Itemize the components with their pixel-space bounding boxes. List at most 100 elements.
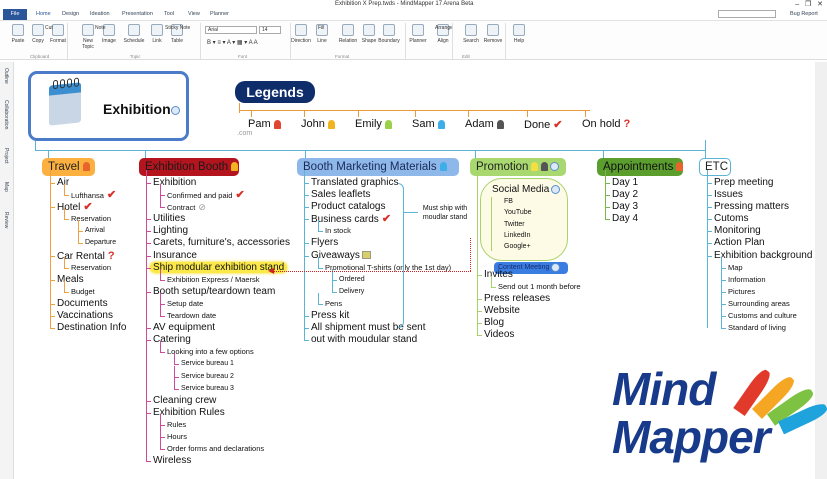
topic-order-forms-and-declarations[interactable]: Order forms and declarations: [143, 438, 290, 455]
topic-cleaning-crew[interactable]: Cleaning crew: [143, 395, 290, 407]
legend-item-pam[interactable]: Pam: [248, 118, 281, 130]
topic-exhibition-rules[interactable]: Exhibition Rules: [143, 407, 290, 419]
topic-translated-graphics[interactable]: Translated graphics: [301, 177, 451, 189]
topic-videos[interactable]: Videos: [474, 329, 581, 341]
legend-item-done[interactable]: Done ✔: [524, 118, 563, 131]
topic-departure[interactable]: Departure: [47, 232, 127, 249]
ribbon-button-schedule[interactable]: Schedule: [123, 24, 145, 44]
tab-view[interactable]: View: [188, 11, 200, 17]
ribbon-button-direction[interactable]: Direction: [290, 24, 312, 44]
topic-exhibition-express-maersk[interactable]: Exhibition Express / Maersk: [143, 268, 290, 286]
topic-prep-meeting[interactable]: Prep meeting: [704, 177, 812, 189]
topic-exhibition[interactable]: Exhibition: [143, 177, 290, 189]
topic-issues[interactable]: Issues: [704, 189, 812, 201]
topic-catering[interactable]: Catering: [143, 334, 290, 346]
panel-map[interactable]: Map: [3, 182, 9, 192]
topic-insurance[interactable]: Insurance: [143, 250, 290, 262]
panel-collaboration[interactable]: Collaboration: [3, 100, 9, 129]
topic-all-shipment-must-be-sent[interactable]: All shipment must be sent: [301, 322, 451, 334]
branch-promotion[interactable]: Promotion: [470, 158, 566, 176]
topic-flyers[interactable]: Flyers: [301, 237, 451, 249]
topic-hotel[interactable]: Hotel ✔: [47, 201, 127, 213]
topic-press-releases[interactable]: Press releases: [474, 293, 581, 305]
topic-ordered[interactable]: Ordered: [301, 268, 451, 286]
topic-blog[interactable]: Blog: [474, 317, 581, 329]
topic-utilities[interactable]: Utilities: [143, 213, 290, 225]
social-media-cloud[interactable]: Social Media FB YouTube Twitter LinkedIn Goog…: [480, 178, 568, 261]
ribbon-arrange-button[interactable]: Arrange: [435, 25, 453, 31]
callout-note[interactable]: Must ship with moudlar stand: [420, 204, 470, 222]
topic-invites[interactable]: Invites: [474, 269, 581, 281]
topic-wireless[interactable]: Wireless: [143, 455, 290, 467]
topic-pressing-matters[interactable]: Pressing matters: [704, 201, 812, 213]
topic-giveaways[interactable]: Giveaways: [301, 250, 451, 262]
topic-rules[interactable]: Rules: [143, 413, 290, 431]
topic-day-1[interactable]: Day 1: [602, 177, 638, 189]
ribbon-note-button[interactable]: Note: [95, 25, 106, 31]
legend-item-adam[interactable]: Adam: [465, 118, 504, 130]
branch-exhibition-booth[interactable]: Exhibition Booth: [139, 158, 239, 176]
tab-ideation[interactable]: Ideation: [90, 11, 110, 17]
topic-air[interactable]: Air: [47, 177, 127, 189]
tab-presentation[interactable]: Presentation: [122, 11, 153, 17]
tab-file[interactable]: File: [3, 9, 27, 20]
legend-item-john[interactable]: John: [301, 118, 335, 130]
font-name-select[interactable]: Arial: [205, 26, 257, 34]
topic-website[interactable]: Website: [474, 305, 581, 317]
font-format-buttons[interactable]: B ▾ ≡ ▾ A ▾ ▦ ▾ A A: [207, 39, 258, 46]
branch-appointments[interactable]: Appointments: [597, 158, 684, 176]
topic-documents[interactable]: Documents: [47, 298, 127, 310]
ribbon-fill-button[interactable]: Fill: [318, 25, 324, 31]
legend-item-on-hold[interactable]: On hold?: [582, 118, 630, 130]
ribbon-button-search[interactable]: Search: [460, 24, 482, 44]
social-media-item[interactable]: LinkedIn: [504, 232, 530, 239]
ribbon-cut-button[interactable]: Cut: [45, 25, 53, 31]
social-media-item[interactable]: YouTube: [504, 209, 532, 216]
topic-carets-furniture-s-accessories[interactable]: Carets, furniture's, accessories: [143, 237, 290, 249]
topic-sales-leaflets[interactable]: Sales leaflets: [301, 189, 451, 201]
topic-car-rental[interactable]: Car Rental?: [47, 250, 127, 262]
topic-meals[interactable]: Meals: [47, 274, 127, 286]
topic-delivery[interactable]: Delivery: [301, 280, 451, 298]
legends-topic[interactable]: Legends: [235, 81, 315, 103]
topic-send-out-1-month-before[interactable]: Send out 1 month before: [474, 276, 581, 293]
legend-item-sam[interactable]: Sam: [412, 118, 445, 130]
topic-hours[interactable]: Hours: [143, 425, 290, 443]
topic-arrival[interactable]: Arrival: [47, 220, 127, 237]
topic-pens[interactable]: Pens: [301, 292, 451, 310]
topic-day-2[interactable]: Day 2: [602, 189, 638, 201]
tab-tool[interactable]: Tool: [164, 11, 174, 17]
topic-reservation[interactable]: Reservation: [47, 256, 127, 274]
tab-design[interactable]: Design: [62, 11, 79, 17]
topic-teardown-date[interactable]: Teardown date: [143, 305, 290, 322]
topic-budget[interactable]: Budget: [47, 280, 127, 298]
topic-reservation[interactable]: Reservation: [47, 208, 127, 225]
topic-vaccinations[interactable]: Vaccinations: [47, 310, 127, 322]
ribbon-button-remove[interactable]: Remove: [482, 24, 504, 44]
topic-looking-into-a-few-options[interactable]: Looking into a few options: [143, 341, 290, 358]
topic-day-3[interactable]: Day 3: [602, 201, 638, 213]
topic-press-kit[interactable]: Press kit: [301, 310, 451, 322]
social-media-item[interactable]: Google+: [504, 243, 531, 250]
topic-out-with-moudular-stand[interactable]: out with moudular stand: [301, 334, 451, 346]
bug-report-button[interactable]: Bug Report: [790, 11, 818, 17]
ribbon-button-planner[interactable]: Planner: [407, 24, 429, 44]
font-size-select[interactable]: 14: [259, 26, 281, 34]
tab-planner[interactable]: Planner: [210, 11, 229, 17]
ribbon-button-relation[interactable]: Relation: [337, 24, 359, 44]
panel-review[interactable]: Review: [3, 212, 9, 228]
tab-home[interactable]: Home: [36, 11, 51, 17]
topic-lufthansa[interactable]: Lufthansa ✔: [47, 184, 127, 201]
panel-outline[interactable]: Outline: [3, 68, 9, 84]
topic-service-bureau-2[interactable]: Service bureau 2: [143, 365, 290, 383]
central-topic[interactable]: Exhibition: [28, 71, 189, 141]
panel-project[interactable]: Project: [3, 148, 9, 164]
window-controls[interactable]: – ❐ ✕: [795, 0, 823, 8]
topic-booth-setup-teardown-team[interactable]: Booth setup/teardown team: [143, 286, 290, 298]
ribbon-button-paste[interactable]: Paste: [7, 24, 29, 44]
topic-service-bureau-1[interactable]: Service bureau 1: [143, 353, 290, 370]
topic-cutoms[interactable]: Cutoms: [704, 213, 812, 225]
topic-confirmed-and-paid[interactable]: Confirmed and paid ✔: [143, 184, 290, 201]
topic-contract[interactable]: Contract ⊘: [143, 196, 290, 213]
topic-day-4[interactable]: Day 4: [602, 213, 638, 225]
